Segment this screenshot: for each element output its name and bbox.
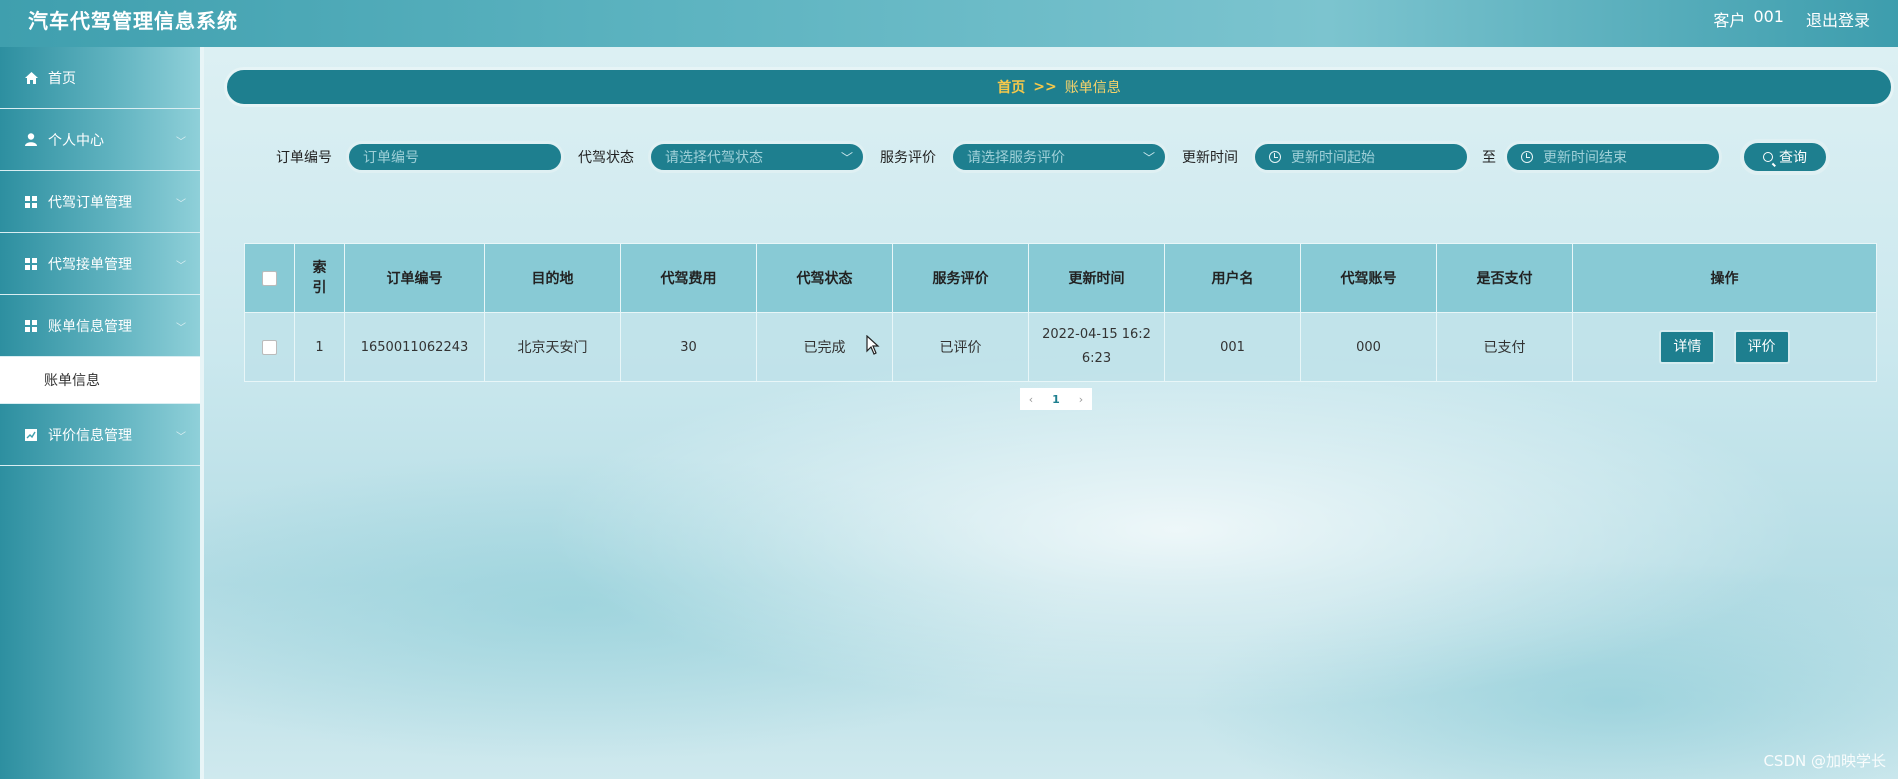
cell-driver-account: 000 [1300,312,1437,382]
sidebar-item-label: 首页 [48,70,76,87]
user-icon [24,133,38,147]
top-header: 汽车代驾管理信息系统 客户 001 退出登录 [0,0,1898,47]
column-header: 是否支付 [1436,243,1573,313]
status-placeholder: 请选择代驾状态 [665,150,763,166]
select-all-cell[interactable] [244,243,295,313]
breadcrumb: 首页 >> 账单信息 [224,67,1894,107]
search-form: 订单编号 订单编号 代驾状态 请选择代驾状态 ﹀ 服务评价 请选择服务评价 ﹀ … [276,139,1830,175]
grid-icon [24,319,38,333]
column-header: 服务评价 [892,243,1029,313]
time-label: 更新时间 [1182,150,1238,166]
column-header: 目的地 [484,243,621,313]
review-placeholder: 请选择服务评价 [967,150,1065,166]
bill-table: 索引 订单编号 目的地 代驾费用 代驾状态 服务评价 更新时间 用户名 代驾账号… [244,243,1877,382]
order-no-placeholder: 订单编号 [363,150,419,166]
sidebar-item-label: 评价信息管理 [48,427,132,444]
column-header: 代驾状态 [756,243,893,313]
query-button-label: 查询 [1779,150,1807,166]
sidebar-subitem-bill-info[interactable]: 账单信息 [0,357,200,404]
row-select-cell[interactable] [244,312,295,382]
current-user: 客户 001 [1713,7,1784,31]
column-header: 用户名 [1164,243,1301,313]
range-to-label: 至 [1482,150,1496,166]
chevron-down-icon: ﹀ [176,323,186,334]
user-name: 001 [1753,7,1784,26]
query-button[interactable]: 查询 [1740,139,1830,175]
review-select[interactable]: 请选择服务评价 ﹀ [950,141,1168,173]
pagination: ‹ 1 › [1020,388,1092,410]
chevron-down-icon: ﹀ [176,432,186,443]
sidebar-item-label: 代驾订单管理 [48,194,132,211]
time-start-input[interactable]: 更新时间起始 [1252,141,1470,173]
column-header: 更新时间 [1028,243,1165,313]
time-end-placeholder: 更新时间结束 [1543,150,1627,166]
cell-username: 001 [1164,312,1301,382]
cell-updated: 2022-04-15 16:26:23 [1028,312,1165,382]
review-button[interactable]: 评价 [1733,330,1790,364]
breadcrumb-separator: >> [1033,79,1057,95]
sidebar: 首页 个人中心 ﹀ 代驾订单管理 ﹀ 代驾接单管理 ﹀ 账单信息管理 ﹀ 账单信… [0,47,204,779]
search-icon [1763,152,1773,162]
cell-destination: 北京天安门 [484,312,621,382]
sidebar-item-label: 账单信息管理 [48,318,132,335]
chevron-down-icon: ﹀ [176,261,186,272]
order-no-label: 订单编号 [276,150,332,166]
order-no-input[interactable]: 订单编号 [346,141,564,173]
chevron-down-icon: ﹀ [840,151,853,165]
status-select[interactable]: 请选择代驾状态 ﹀ [648,141,866,173]
sidebar-item-bill-management[interactable]: 账单信息管理 ﹀ [0,295,200,357]
cell-review: 已评价 [892,312,1029,382]
app-title: 汽车代驾管理信息系统 [28,9,238,33]
page-number-current[interactable]: 1 [1042,388,1070,410]
column-header: 订单编号 [344,243,485,313]
sidebar-item-label: 个人中心 [48,132,104,149]
column-header: 索引 [294,243,345,313]
cell-index: 1 [294,312,345,382]
sidebar-item-accept-management[interactable]: 代驾接单管理 ﹀ [0,233,200,295]
header-user-area: 客户 001 退出登录 [1713,7,1870,31]
column-header: 代驾账号 [1300,243,1437,313]
updated-value: 2022-04-15 16:26:23 [1042,327,1151,366]
time-start-placeholder: 更新时间起始 [1291,150,1375,166]
grid-icon [24,195,38,209]
time-end-input[interactable]: 更新时间结束 [1504,141,1722,173]
home-icon [24,71,38,85]
sidebar-item-order-management[interactable]: 代驾订单管理 ﹀ [0,171,200,233]
review-label: 服务评价 [880,150,936,166]
cell-actions: 详情 评价 [1572,312,1877,382]
chevron-down-icon: ﹀ [1142,151,1155,165]
cell-paid: 已支付 [1436,312,1573,382]
clock-icon [1269,151,1281,163]
sidebar-item-home[interactable]: 首页 [0,47,200,109]
sidebar-item-label: 代驾接单管理 [48,256,132,273]
cell-order-no: 1650011062243 [344,312,485,382]
status-label: 代驾状态 [578,150,634,166]
chart-icon [24,428,38,442]
sidebar-item-personal-center[interactable]: 个人中心 ﹀ [0,109,200,171]
header-index: 索引 [312,260,327,296]
prev-page-button[interactable]: ‹ [1020,388,1042,410]
cell-fee: 30 [620,312,757,382]
chevron-down-icon: ﹀ [176,137,186,148]
logout-link[interactable]: 退出登录 [1806,7,1870,31]
breadcrumb-home[interactable]: 首页 [997,77,1025,97]
table-row: 1 1650011062243 北京天安门 30 已完成 已评价 2022-04… [244,312,1877,382]
clock-icon [1521,151,1533,163]
grid-icon [24,257,38,271]
row-checkbox[interactable] [262,339,277,355]
watermark: CSDN @加映学长 [1763,752,1886,770]
sidebar-item-review-management[interactable]: 评价信息管理 ﹀ [0,404,200,466]
detail-button[interactable]: 详情 [1659,330,1716,364]
select-all-checkbox[interactable] [262,270,277,286]
breadcrumb-current: 账单信息 [1064,80,1121,96]
column-header: 操作 [1572,243,1877,313]
table-header-row: 索引 订单编号 目的地 代驾费用 代驾状态 服务评价 更新时间 用户名 代驾账号… [244,243,1877,313]
chevron-down-icon: ﹀ [176,199,186,210]
next-page-button[interactable]: › [1070,388,1092,410]
column-header: 代驾费用 [620,243,757,313]
user-role: 客户 [1713,11,1746,30]
